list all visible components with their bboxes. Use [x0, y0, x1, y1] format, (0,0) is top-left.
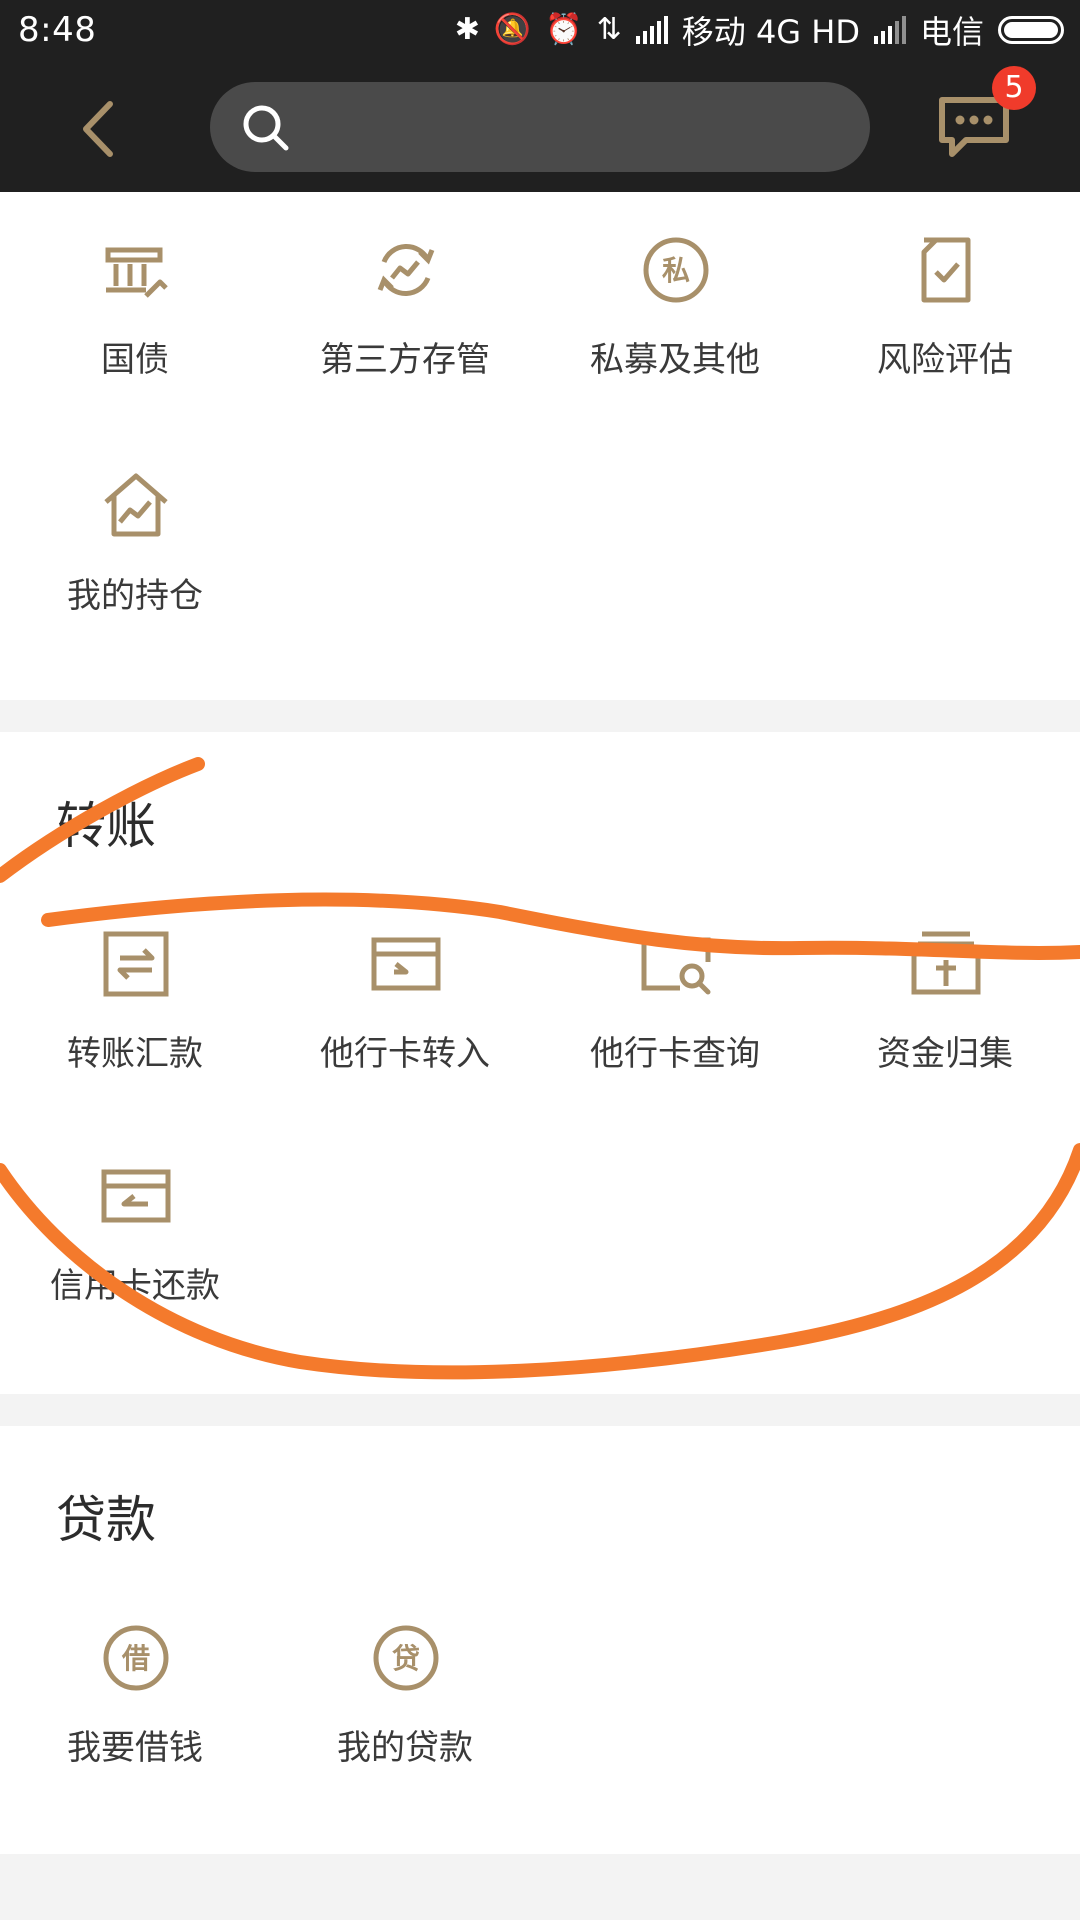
grid-item-label: 他行卡转入 — [320, 1034, 490, 1074]
loan-icon: 贷 — [373, 1625, 439, 1691]
grid-item-holdings[interactable]: 我的持仓 — [0, 470, 270, 640]
grid-item-label: 他行卡查询 — [590, 1034, 760, 1074]
grid-item-label: 国债 — [101, 340, 169, 380]
search-bar[interactable] — [210, 82, 870, 174]
search-icon — [243, 105, 289, 151]
loan-section: 贷款 借 我要借钱 贷 我的贷款 — [0, 1426, 1080, 1854]
top-nav-bar: 5 — [0, 60, 1080, 192]
private-fund-icon: 私 — [643, 237, 709, 303]
data-arrows-icon: ⇅ — [596, 12, 622, 47]
bluetooth-icon: ✱ — [454, 12, 480, 47]
custody-cycle-icon — [377, 244, 435, 296]
section-title-loan: 贷款 — [56, 1491, 156, 1549]
grid-item-label: 信用卡还款 — [50, 1266, 220, 1306]
grid-item-label: 我的持仓 — [67, 576, 203, 616]
loan-glyph: 贷 — [392, 1642, 420, 1675]
grid-item-risk-assessment[interactable]: 风险评估 — [810, 234, 1080, 404]
grid-item-label: 我要借钱 — [67, 1728, 203, 1768]
grid-item-label: 私募及其他 — [590, 340, 760, 380]
grid-item-fund-collect[interactable]: 资金归集 — [810, 928, 1080, 1098]
holdings-house-icon — [104, 473, 168, 537]
svg-text:私: 私 — [662, 254, 690, 287]
card-search-icon — [641, 937, 711, 995]
back-arrow-icon[interactable] — [66, 94, 136, 164]
grid-item-label: 我的贷款 — [337, 1728, 473, 1768]
grid-item-custody[interactable]: 第三方存管 — [270, 234, 540, 404]
grid-item-card-search[interactable]: 他行卡查询 — [540, 928, 810, 1098]
transfer-icon — [103, 931, 169, 997]
bank-bond-icon — [105, 247, 168, 298]
status-time: 8:48 — [18, 10, 97, 50]
section-divider — [0, 1394, 1080, 1426]
status-icons: ✱ 🔕 ⏰ ⇅ 移动 4G HD 电信 — [455, 8, 1064, 52]
risk-document-icon — [921, 237, 971, 303]
invest-section: 国债 第三方存管 私 私募及其他 风险评估 我的持仓 — [0, 192, 1080, 700]
section-divider — [0, 1854, 1080, 1920]
signal-icon — [635, 16, 668, 44]
alarm-icon: ⏰ — [545, 12, 583, 47]
section-divider — [0, 700, 1080, 732]
grid-item-card-transfer-in[interactable]: 他行卡转入 — [270, 928, 540, 1098]
grid-item-label: 风险评估 — [877, 340, 1013, 380]
signal-icon-2 — [873, 16, 906, 44]
grid-item-label: 转账汇款 — [67, 1034, 203, 1074]
grid-item-my-loan[interactable]: 贷 我的贷款 — [270, 1622, 540, 1792]
carrier-2: 电信 — [919, 13, 984, 51]
grid-item-label: 第三方存管 — [320, 340, 490, 380]
search-input[interactable] — [306, 82, 840, 174]
grid-item-borrow[interactable]: 借 我要借钱 — [0, 1622, 270, 1792]
grid-item-transfer-remit[interactable]: 转账汇款 — [0, 928, 270, 1098]
section-title-transfer: 转账 — [56, 797, 156, 855]
credit-card-repay-icon — [101, 1169, 171, 1223]
grid-item-credit-card-repay[interactable]: 信用卡还款 — [0, 1160, 270, 1330]
grid-item-private-fund[interactable]: 私 私募及其他 — [540, 234, 810, 404]
battery-icon — [998, 16, 1064, 44]
borrow-icon: 借 — [103, 1625, 169, 1691]
transfer-section: 转账 转账汇款 他行卡转入 他行卡查询 资金归集 信用卡还款 — [0, 732, 1080, 1394]
mute-icon: 🔕 — [493, 12, 532, 47]
fund-collect-icon — [911, 931, 981, 995]
borrow-glyph: 借 — [121, 1642, 150, 1675]
message-badge: 5 — [992, 66, 1036, 110]
status-bar: 8:48 ✱ 🔕 ⏰ ⇅ 移动 4G HD 电信 — [0, 0, 1080, 60]
carrier-1: 移动 4G HD — [681, 13, 860, 51]
grid-item-label: 资金归集 — [877, 1034, 1013, 1074]
card-transfer-in-icon — [371, 937, 441, 991]
grid-item-guozhai[interactable]: 国债 — [0, 234, 270, 404]
